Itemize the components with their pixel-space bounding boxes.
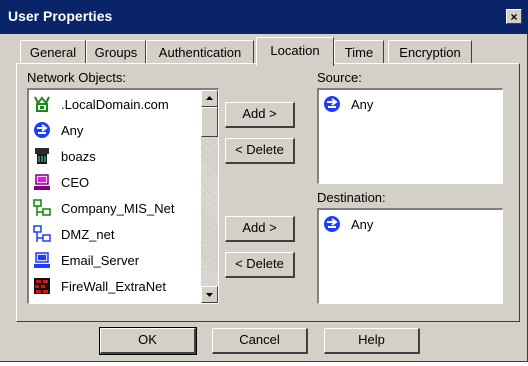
ok-button[interactable]: OK bbox=[99, 327, 197, 355]
any-icon bbox=[34, 122, 50, 138]
tab-label: Authentication bbox=[158, 45, 242, 60]
list-item[interactable]: Any bbox=[323, 214, 373, 234]
scroll-up-button[interactable] bbox=[201, 90, 218, 107]
network-icon bbox=[33, 225, 51, 242]
list-item[interactable]: Any bbox=[33, 120, 83, 140]
list-item-label: Any bbox=[61, 122, 84, 138]
scroll-thumb[interactable] bbox=[201, 107, 218, 137]
tab-encryption[interactable]: Encryption bbox=[388, 40, 472, 64]
tab-label: Location bbox=[270, 43, 320, 58]
list-item-label: boazs bbox=[61, 148, 96, 164]
network-icon bbox=[33, 199, 51, 216]
domain-icon bbox=[34, 96, 50, 112]
list-item-label: .LocalDomain.com bbox=[61, 96, 169, 112]
any-icon bbox=[324, 216, 340, 232]
list-item-label: CEO bbox=[61, 174, 90, 190]
arrow-up-icon bbox=[206, 96, 213, 100]
location-tab-panel: Network Objects: .LocalDomain.com Any bo… bbox=[16, 63, 520, 322]
list-item[interactable]: Company_MIS_Net bbox=[33, 198, 174, 218]
list-item[interactable]: boazs bbox=[33, 146, 96, 166]
user-icon bbox=[35, 148, 49, 164]
add-source-button[interactable]: Add > bbox=[225, 102, 295, 128]
arrow-down-icon bbox=[206, 293, 213, 297]
list-item-label: Any bbox=[351, 96, 374, 112]
any-icon bbox=[324, 96, 340, 112]
tab-groups[interactable]: Groups bbox=[86, 40, 146, 64]
close-icon[interactable]: × bbox=[506, 9, 522, 24]
network-objects-scrollbar[interactable] bbox=[201, 90, 218, 303]
tab-label: Encryption bbox=[399, 45, 461, 60]
network-objects-label: Network Objects: bbox=[27, 70, 126, 85]
add-destination-button[interactable]: Add > bbox=[225, 216, 295, 242]
network-objects-list[interactable]: .LocalDomain.com Any boazs CEO Company_M… bbox=[27, 88, 219, 304]
tab-general[interactable]: General bbox=[20, 40, 86, 64]
tab-label: General bbox=[29, 45, 77, 60]
destination-label: Destination: bbox=[317, 190, 386, 205]
cancel-button[interactable]: Cancel bbox=[212, 328, 308, 354]
scroll-down-button[interactable] bbox=[201, 286, 218, 303]
server-icon bbox=[34, 252, 50, 268]
list-item[interactable]: .LocalDomain.com bbox=[33, 94, 169, 114]
tab-label: Groups bbox=[94, 45, 138, 60]
tab-time[interactable]: Time bbox=[334, 40, 384, 64]
title-bar[interactable]: User Properties × bbox=[0, 0, 528, 34]
list-item-label: Email_Server bbox=[61, 252, 140, 268]
list-item[interactable]: DMZ_net bbox=[33, 224, 114, 244]
list-item-label: Company_MIS_Net bbox=[61, 200, 175, 216]
user-properties-dialog: User Properties × General Groups Authent… bbox=[0, 0, 528, 362]
destination-list[interactable]: Any bbox=[317, 208, 503, 304]
list-item-label: FireWall_ExtraNet bbox=[61, 278, 166, 294]
source-list[interactable]: Any bbox=[317, 88, 503, 184]
window-title: User Properties bbox=[8, 8, 113, 24]
list-item[interactable]: Any bbox=[323, 94, 373, 114]
help-button[interactable]: Help bbox=[324, 328, 420, 354]
delete-destination-button[interactable]: < Delete bbox=[225, 252, 295, 278]
delete-source-button[interactable]: < Delete bbox=[225, 138, 295, 164]
list-item[interactable]: CEO bbox=[33, 172, 89, 192]
list-item-label: DMZ_net bbox=[61, 226, 115, 242]
tab-location[interactable]: Location bbox=[256, 37, 334, 66]
list-item-label: Any bbox=[351, 216, 374, 232]
tab-authentication[interactable]: Authentication bbox=[146, 40, 254, 64]
list-item[interactable]: FireWall_ExtraNet bbox=[33, 276, 166, 296]
source-label: Source: bbox=[317, 70, 362, 85]
tab-label: Time bbox=[344, 45, 374, 60]
firewall-icon bbox=[34, 278, 50, 294]
list-item[interactable]: Email_Server bbox=[33, 250, 139, 270]
workstation-icon bbox=[34, 174, 50, 190]
